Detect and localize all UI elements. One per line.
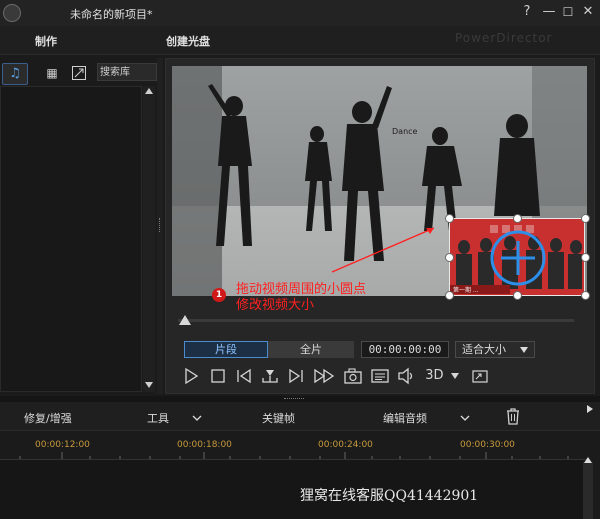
tab-clip[interactable]: 片段	[184, 341, 268, 358]
close-button[interactable]: ✕	[580, 4, 596, 20]
search-input[interactable]: 搜索库	[97, 63, 157, 81]
stop-button[interactable]	[208, 366, 228, 386]
panel-splitter[interactable]	[157, 58, 163, 394]
snapshot-button[interactable]	[343, 366, 363, 386]
scroll-down-icon[interactable]	[145, 382, 153, 388]
music-icon: ♫	[9, 66, 21, 81]
audio-chevron-icon[interactable]	[460, 412, 470, 425]
resize-handle-bottom-left[interactable]	[445, 291, 454, 300]
tools-button[interactable]: 工具	[147, 410, 169, 426]
play-button[interactable]	[181, 366, 201, 386]
split-icon	[262, 370, 278, 383]
3d-button[interactable]: 3D	[424, 366, 460, 386]
resize-icon	[72, 66, 86, 80]
volume-icon	[398, 367, 413, 385]
stop-icon	[211, 369, 225, 383]
external-view-icon	[472, 370, 488, 383]
fit-size-select[interactable]: 适合大小	[455, 341, 535, 358]
ruler-time-1: 00:00:12:00	[35, 440, 90, 450]
split-button[interactable]	[260, 366, 280, 386]
next-frame-button[interactable]	[286, 366, 306, 386]
music-library-button[interactable]: ♫	[2, 63, 28, 85]
bottom-watermark: 狸窝在线客服QQ41442901	[300, 488, 479, 504]
annotation-arrow	[331, 227, 435, 273]
ruler-time-3: 00:00:24:00	[318, 440, 373, 450]
resize-handle-bottom-right[interactable]	[581, 291, 590, 300]
pip-video-overlay[interactable]: 第一期 ...	[449, 218, 585, 296]
tools-chevron-icon[interactable]	[192, 412, 202, 425]
subtitle-button[interactable]	[370, 366, 390, 386]
grid-view-button[interactable]: ▦	[40, 63, 64, 83]
delete-button[interactable]	[505, 407, 521, 428]
resize-handle-top-right[interactable]	[581, 214, 590, 223]
fast-forward-button[interactable]	[313, 366, 335, 386]
resize-handle-right[interactable]	[581, 253, 590, 262]
ruler-time-2: 00:00:18:00	[177, 440, 232, 450]
timecode-field[interactable]: 00:00:00:00	[361, 341, 449, 358]
seek-bar[interactable]	[178, 319, 574, 322]
maximize-button[interactable]: ☐	[560, 4, 576, 20]
volume-button[interactable]	[396, 366, 416, 386]
fast-forward-icon	[314, 368, 335, 384]
resize-button[interactable]	[67, 63, 91, 83]
seek-thumb[interactable]	[179, 315, 191, 325]
subtitle-icon	[371, 369, 389, 383]
produce-tab[interactable]: 制作	[35, 33, 57, 49]
minimize-button[interactable]: —	[541, 4, 557, 20]
prev-frame-icon	[237, 368, 251, 384]
library-list[interactable]	[0, 86, 142, 392]
create-disc-tab[interactable]: 创建光盘	[166, 33, 210, 49]
grid-icon: ▦	[46, 66, 58, 80]
window-title: 未命名的新项目*	[70, 8, 153, 21]
resize-handle-bottom[interactable]	[513, 291, 522, 300]
3d-label: 3D	[425, 368, 444, 383]
timeline-scrollbar[interactable]	[583, 457, 593, 519]
caret-down-icon	[450, 372, 459, 379]
external-view-button[interactable]	[470, 366, 490, 386]
fit-size-label: 适合大小	[462, 343, 506, 356]
keyframe-button[interactable]: 关键帧	[262, 410, 295, 426]
scroll-up-icon[interactable]	[145, 88, 153, 94]
timeline-scroll-up-icon[interactable]	[584, 457, 592, 463]
edit-audio-button[interactable]: 编辑音频	[383, 410, 427, 426]
previous-frame-button[interactable]	[234, 366, 254, 386]
trash-icon	[507, 408, 519, 425]
ruler-ticks	[19, 452, 569, 459]
resize-handle-top[interactable]	[513, 214, 522, 223]
play-icon	[185, 367, 199, 385]
next-frame-icon	[289, 368, 303, 384]
help-button[interactable]: ?	[519, 4, 535, 20]
repair-enhance-button[interactable]: 修复/增强	[24, 410, 72, 426]
tab-full-movie[interactable]: 全片	[268, 341, 354, 358]
video-logo-text: Dance	[392, 127, 418, 136]
annotation-line-2: 修改视频大小	[236, 298, 315, 313]
chevron-down-icon	[520, 347, 528, 353]
more-right-icon[interactable]	[586, 404, 594, 417]
library-scrollbar[interactable]	[143, 86, 155, 392]
app-icon	[3, 4, 21, 22]
timeline-tracks[interactable]	[0, 460, 590, 519]
pip-frame: 第一期 ...	[450, 219, 584, 295]
snapshot-icon	[344, 368, 362, 384]
ruler-time-4: 00:00:30:00	[460, 440, 515, 450]
header-watermark: PowerDirector	[455, 31, 553, 45]
pip-banner: 第一期 ...	[453, 286, 479, 294]
annotation-number-badge: 1	[212, 288, 226, 302]
